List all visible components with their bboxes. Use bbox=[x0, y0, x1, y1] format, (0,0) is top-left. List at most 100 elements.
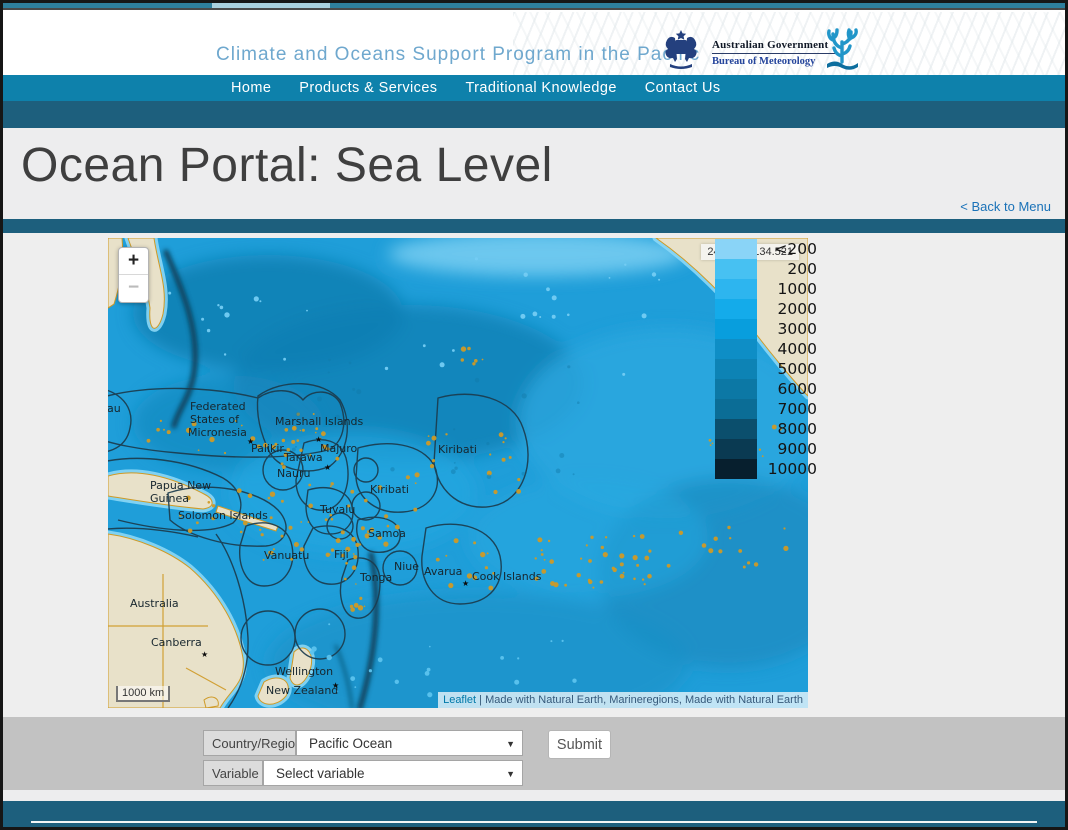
legend-row: 7000 bbox=[715, 399, 817, 419]
gov-logo-text: Australian Government Bureau of Meteorol… bbox=[712, 39, 838, 67]
legend-color-swatch bbox=[715, 279, 757, 299]
legend-color-swatch bbox=[715, 319, 757, 339]
gov-logo-rule bbox=[712, 53, 838, 54]
capital-star-marker: ★ bbox=[201, 651, 208, 659]
footer-light-strip bbox=[3, 790, 1065, 801]
capital-star-marker: ★ bbox=[324, 464, 331, 472]
country-region-label: Country/Region bbox=[203, 730, 296, 756]
map-labels: lauFederatedStates ofMicronesiaPalikirMa… bbox=[108, 238, 808, 708]
page-title: Ocean Portal: Sea Level bbox=[21, 138, 553, 193]
map-label: Niue bbox=[394, 561, 419, 573]
nav-item-traditional-knowledge[interactable]: Traditional Knowledge bbox=[465, 80, 616, 96]
nav-item-products-services[interactable]: Products & Services bbox=[299, 80, 437, 96]
legend-depth-label: 10000 bbox=[761, 460, 817, 478]
legend-row: 2000 bbox=[715, 299, 817, 319]
zoom-in-button[interactable]: + bbox=[119, 248, 148, 275]
legend-depth-label: 6000 bbox=[761, 380, 817, 398]
capital-star-marker: ★ bbox=[247, 438, 254, 446]
selection-form: Country/Region Pacific Ocean ▼ Submit Va… bbox=[3, 717, 1065, 790]
map-label: Australia bbox=[130, 598, 179, 610]
legend-row: 5000 bbox=[715, 359, 817, 379]
title-bar: Ocean Portal: Sea Level < Back to Menu bbox=[3, 128, 1065, 219]
legend-depth-label: 4000 bbox=[761, 340, 817, 358]
top-scroll-strip bbox=[3, 3, 1065, 10]
legend-row: 4000 bbox=[715, 339, 817, 359]
nav-item-contact-us[interactable]: Contact Us bbox=[645, 80, 721, 96]
legend-row: 10000 bbox=[715, 459, 817, 479]
legend-depth-label: 8000 bbox=[761, 420, 817, 438]
dropdown-caret-icon: ▼ bbox=[506, 769, 515, 779]
legend-row: 3000 bbox=[715, 319, 817, 339]
legend-color-swatch bbox=[715, 339, 757, 359]
map-label: Majuro bbox=[320, 443, 357, 455]
legend-row: 8000 bbox=[715, 419, 817, 439]
map-label: lau bbox=[108, 403, 121, 415]
legend-depth-label: <200 bbox=[761, 240, 817, 258]
map-attribution: Leaflet | Made with Natural Earth, Marin… bbox=[438, 692, 808, 708]
legend-row: 6000 bbox=[715, 379, 817, 399]
legend-row: 1000 bbox=[715, 279, 817, 299]
legend-row: 200 bbox=[715, 259, 817, 279]
map-scale-bar: 1000 km bbox=[116, 686, 170, 702]
coral-icon bbox=[821, 26, 863, 75]
teal-divider-bar bbox=[3, 219, 1065, 233]
legend-color-swatch bbox=[715, 419, 757, 439]
map-label: Papua New bbox=[150, 480, 211, 492]
submit-button[interactable]: Submit bbox=[548, 730, 611, 759]
legend-color-swatch bbox=[715, 239, 757, 259]
map-label: Fiji bbox=[334, 549, 349, 561]
footer-underline bbox=[31, 821, 1037, 823]
legend-color-swatch bbox=[715, 259, 757, 279]
variable-label: Variable bbox=[203, 760, 263, 786]
map-label: Kiribati bbox=[370, 484, 409, 496]
map-label: Wellington bbox=[275, 666, 333, 678]
legend-color-swatch bbox=[715, 439, 757, 459]
legend-depth-label: 1000 bbox=[761, 280, 817, 298]
legend-color-swatch bbox=[715, 359, 757, 379]
legend-depth-label: 5000 bbox=[761, 360, 817, 378]
legend-depth-label: 200 bbox=[761, 260, 817, 278]
main-nav: Home Products & Services Traditional Kno… bbox=[3, 75, 1065, 101]
map-label: Cook Islands bbox=[472, 571, 541, 583]
australian-government-logo[interactable]: Australian Government Bureau of Meteorol… bbox=[658, 30, 838, 75]
scroll-thumb[interactable] bbox=[212, 3, 330, 8]
map-label: Tonga bbox=[360, 572, 392, 584]
legend-depth-label: 3000 bbox=[761, 320, 817, 338]
map-zoom-control: + − bbox=[118, 247, 149, 303]
map-label: Kiribati bbox=[438, 444, 477, 456]
map-label: Vanuatu bbox=[264, 550, 309, 562]
variable-value: Select variable bbox=[276, 766, 365, 781]
dropdown-caret-icon: ▼ bbox=[506, 739, 515, 749]
capital-star-marker: ★ bbox=[462, 580, 469, 588]
legend-color-swatch bbox=[715, 299, 757, 319]
gov-logo-line1: Australian Government bbox=[712, 39, 838, 51]
legend-depth-label: 9000 bbox=[761, 440, 817, 458]
variable-select[interactable]: Select variable ▼ bbox=[263, 760, 523, 786]
leaflet-link[interactable]: Leaflet bbox=[443, 694, 476, 706]
map-label: Palikir bbox=[251, 443, 284, 455]
map-label: Tarawa bbox=[284, 452, 323, 464]
map-label: Micronesia bbox=[188, 427, 247, 439]
legend-depth-label: 7000 bbox=[761, 400, 817, 418]
header: Climate and Oceans Support Program in th… bbox=[3, 12, 1065, 75]
capital-star-marker: ★ bbox=[315, 436, 322, 444]
country-region-select[interactable]: Pacific Ocean ▼ bbox=[296, 730, 523, 756]
gov-logo-line2: Bureau of Meteorology bbox=[712, 56, 838, 67]
leaflet-map[interactable]: lauFederatedStates ofMicronesiaPalikirMa… bbox=[108, 238, 808, 708]
zoom-out-button[interactable]: − bbox=[119, 275, 148, 302]
map-label: Guinea bbox=[150, 493, 189, 505]
attribution-credits: | Made with Natural Earth, Marineregions… bbox=[476, 694, 803, 706]
map-label: New Zealand bbox=[266, 685, 338, 697]
nav-item-home[interactable]: Home bbox=[231, 80, 271, 96]
nav-sub-bar bbox=[3, 101, 1065, 128]
back-to-menu-link[interactable]: < Back to Menu bbox=[960, 199, 1051, 214]
legend-row: <200 bbox=[715, 239, 817, 259]
legend-color-swatch bbox=[715, 379, 757, 399]
map-label: Marshall Islands bbox=[275, 416, 363, 428]
map-label: States of bbox=[190, 414, 239, 426]
map-label: Tuvalu bbox=[320, 504, 355, 516]
coat-of-arms-icon bbox=[658, 30, 704, 75]
country-region-value: Pacific Ocean bbox=[309, 736, 392, 751]
legend-color-swatch bbox=[715, 459, 757, 479]
legend-color-swatch bbox=[715, 399, 757, 419]
